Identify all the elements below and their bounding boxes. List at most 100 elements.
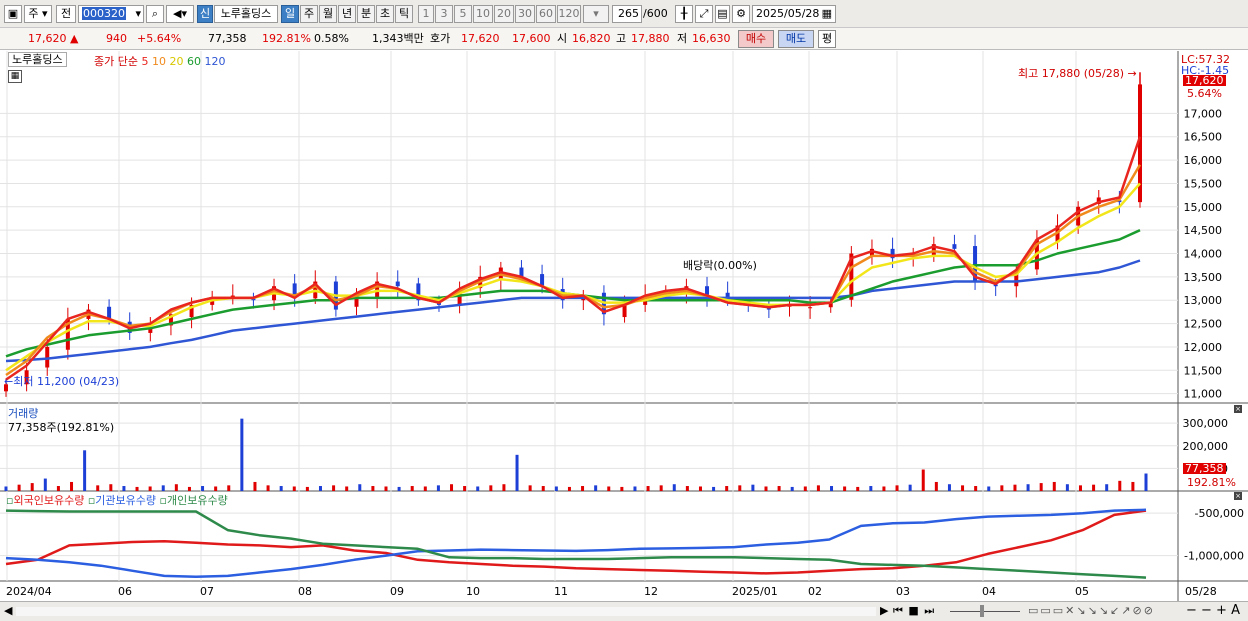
- y-tick-label: 200,000: [1183, 440, 1229, 453]
- y-tick-label: 14,500: [1184, 224, 1223, 237]
- volume-bar: [515, 454, 519, 491]
- interval-60[interactable]: 60: [536, 5, 556, 23]
- sell-button[interactable]: 매도: [778, 30, 814, 48]
- count-input[interactable]: 265: [612, 5, 642, 23]
- volume-bar: [423, 486, 427, 491]
- volume-bar: [843, 486, 847, 491]
- window-menu-icon[interactable]: ▣: [4, 5, 22, 23]
- stock-title-box[interactable]: 노루홀딩스: [8, 52, 67, 67]
- volume-bar: [1052, 481, 1056, 491]
- y-tick-label: 17,000: [1184, 107, 1223, 120]
- volume-current: 77,358주(192.81%): [8, 421, 115, 434]
- close-icon[interactable]: ×: [1234, 492, 1242, 500]
- interval-30[interactable]: 30: [515, 5, 535, 23]
- gear-icon[interactable]: ⚙: [732, 5, 750, 23]
- volume-bar: [1026, 484, 1030, 491]
- volume-bar: [240, 418, 244, 491]
- volume-bar: [777, 486, 781, 491]
- playback-controls[interactable]: ⏮ ■ ⏭: [893, 604, 935, 618]
- prev-button[interactable]: 전: [56, 5, 76, 23]
- zoom-slider-handle[interactable]: [980, 605, 984, 617]
- zoom-controls[interactable]: − − + A: [1186, 603, 1240, 618]
- volume-last-tag: 77,358: [1183, 462, 1226, 475]
- price-pane: [4, 72, 1142, 397]
- volume-bar: [122, 486, 126, 491]
- date-input[interactable]: 2025/05/28 ▦: [752, 5, 836, 23]
- up-arrow-icon: ▲: [70, 32, 79, 45]
- avg-button[interactable]: 평: [818, 30, 836, 48]
- y-tick-label: -500,000: [1195, 507, 1244, 520]
- volume-bar: [201, 486, 205, 491]
- x-tick-label: 2024/04: [6, 585, 52, 598]
- speaker-icon[interactable]: ◀▾: [166, 5, 194, 23]
- volume-bar: [332, 485, 336, 491]
- high-label: 고: [616, 32, 627, 45]
- interval-dropdown[interactable]: ▾: [583, 5, 609, 23]
- volume-bar: [148, 486, 152, 491]
- y-tick-label: 15,500: [1184, 177, 1223, 190]
- interval-10[interactable]: 10: [473, 5, 493, 23]
- search-icon[interactable]: ⌕: [146, 5, 164, 23]
- last-pct-tag: 5.64%: [1187, 87, 1222, 100]
- interval-20[interactable]: 20: [494, 5, 514, 23]
- interval-1[interactable]: 1: [418, 5, 434, 23]
- zoom-slider[interactable]: [950, 611, 1020, 612]
- y-tick-label: 12,500: [1184, 318, 1223, 331]
- volume-bar: [463, 486, 467, 491]
- scroll-left-icon[interactable]: ◀: [4, 604, 12, 617]
- scroll-track[interactable]: [16, 607, 876, 616]
- interval-3[interactable]: 3: [435, 5, 453, 23]
- stock-name-field[interactable]: 노루홀딩스: [214, 5, 278, 23]
- volume-bar: [161, 485, 165, 491]
- chart-toolbar: ▣ 주 ▾ 전 000320 ▾ ⌕ ◀▾ 신 노루홀딩스 일 주 월 년 분 초…: [0, 0, 1248, 28]
- crosshair-icon[interactable]: ⤢: [695, 5, 713, 23]
- volume-bar: [921, 469, 925, 491]
- volume-bar: [227, 485, 231, 491]
- tab-month[interactable]: 월: [319, 5, 337, 23]
- volume-bar: [450, 484, 454, 491]
- close-icon[interactable]: ×: [1234, 405, 1242, 413]
- volume-bar: [698, 486, 702, 491]
- volume-bar: [279, 486, 283, 491]
- volume-bar: [541, 486, 545, 491]
- holdings-legend: ▫외국인보유수량 ▫기관보유수량 ▫개인보유수량: [6, 494, 228, 507]
- candle-type-icon[interactable]: ╂: [675, 5, 693, 23]
- volume-bar: [594, 485, 598, 491]
- institution-legend: 기관보유수량: [95, 494, 157, 507]
- drawing-tool-icons[interactable]: ▭▭▭✕↘↘↘↙↗⊘⊘: [1028, 604, 1155, 617]
- volume-bar: [43, 478, 47, 491]
- x-tick-label: 12: [644, 585, 658, 598]
- trade-amount: 1,343백만: [372, 32, 424, 45]
- market-type-select[interactable]: 주 ▾: [24, 5, 52, 23]
- tab-tick[interactable]: 틱: [395, 5, 413, 23]
- volume-bar: [869, 486, 873, 491]
- interval-5[interactable]: 5: [454, 5, 472, 23]
- high-annotation: 최고 17,880 (05/28) →: [1018, 67, 1137, 80]
- x-tick-label: 09: [390, 585, 404, 598]
- buy-button[interactable]: 매수: [738, 30, 774, 48]
- new-badge: 신: [197, 5, 213, 23]
- holdings-pane: [5, 508, 1147, 579]
- volume-bar: [1078, 485, 1082, 491]
- tab-minute[interactable]: 분: [357, 5, 375, 23]
- table-icon[interactable]: ▦: [8, 70, 22, 83]
- volume-bar: [908, 484, 912, 491]
- volume-bar: [345, 486, 349, 491]
- volume-bar: [987, 486, 991, 491]
- candle-body: [107, 306, 112, 319]
- ma10-legend: 10: [151, 55, 166, 68]
- volume-bar: [1131, 481, 1135, 491]
- chart-area[interactable]: 2024/04 06 07 08 09 10 11 12 2025/01 02 03 04 05 05/2…: [0, 51, 1248, 601]
- interval-120[interactable]: 120: [557, 5, 581, 23]
- stock-code-input[interactable]: 000320 ▾: [78, 5, 144, 23]
- scroll-right-icon[interactable]: ▶: [880, 604, 888, 617]
- calendar-icon[interactable]: ▦: [822, 6, 832, 22]
- tab-day[interactable]: 일: [281, 5, 299, 23]
- tab-week[interactable]: 주: [300, 5, 318, 23]
- tab-second[interactable]: 초: [376, 5, 394, 23]
- x-tick-label: 05/28: [1185, 585, 1217, 598]
- tab-year[interactable]: 년: [338, 5, 356, 23]
- save-icon[interactable]: ▤: [715, 5, 730, 23]
- dropdown-arrow-icon[interactable]: ▾: [135, 6, 143, 22]
- volume-bar: [1118, 480, 1122, 491]
